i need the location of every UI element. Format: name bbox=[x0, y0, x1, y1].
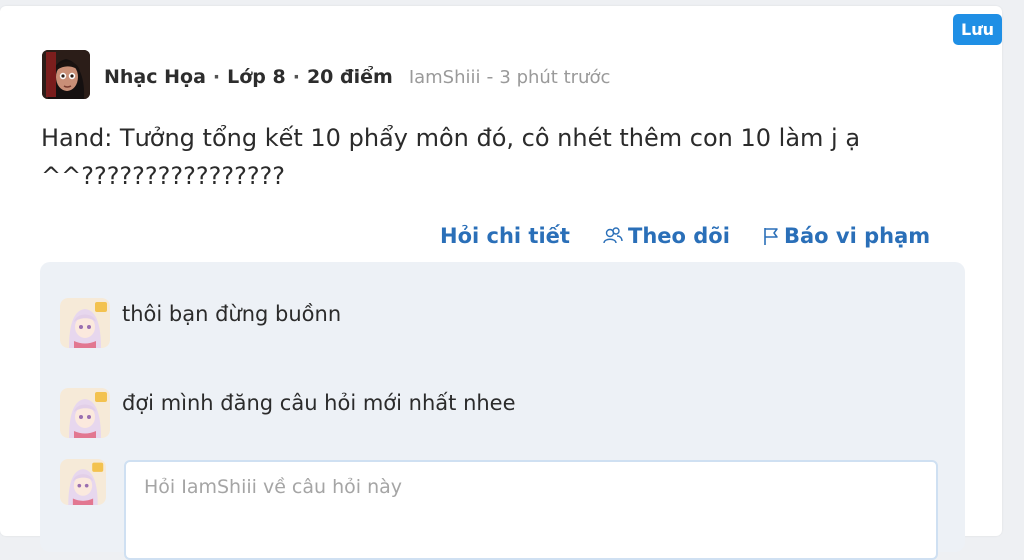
follow-link[interactable]: Theo dõi bbox=[602, 224, 730, 248]
save-button[interactable]: Lưu bbox=[953, 14, 1002, 45]
commenter-avatar[interactable] bbox=[60, 298, 110, 348]
meta-separator: · bbox=[292, 66, 300, 88]
question-meta: Nhạc Họa · Lớp 8 · 20 điểm IamShiii - 3 … bbox=[104, 66, 610, 88]
report-link[interactable]: Báo vi phạm bbox=[762, 224, 930, 248]
ask-detail-link[interactable]: Hỏi chi tiết bbox=[440, 224, 570, 248]
users-icon bbox=[602, 226, 624, 246]
question-card: Lưu Nhạc Họa · Lớp 8 · 20 điểm IamShiii … bbox=[0, 6, 1002, 560]
follow-label: Theo dõi bbox=[628, 224, 730, 248]
comment-text: thôi bạn đừng buồnn bbox=[122, 302, 342, 326]
comment-text: đợi mình đăng câu hỏi mới nhất nhee bbox=[122, 391, 516, 415]
commenter-avatar[interactable] bbox=[60, 388, 110, 438]
grade-label: Lớp 8 bbox=[227, 66, 286, 88]
flag-icon bbox=[762, 226, 780, 246]
points-label: 20 điểm bbox=[306, 66, 393, 88]
author-avatar[interactable] bbox=[42, 50, 90, 99]
author-name[interactable]: Nhạc Họa bbox=[104, 66, 206, 88]
question-actions: Hỏi chi tiết Theo dõi Báo vi phạm bbox=[0, 224, 1002, 254]
timestamp: 3 phút trước bbox=[499, 67, 611, 88]
asker-username[interactable]: IamShiii bbox=[409, 67, 481, 88]
meta-dash: - bbox=[486, 66, 494, 88]
current-user-avatar[interactable] bbox=[60, 459, 106, 505]
meta-separator: · bbox=[212, 66, 221, 88]
question-text: Hand: Tưởng tổng kết 10 phẩy môn đó, cô … bbox=[41, 124, 861, 190]
reply-input[interactable] bbox=[124, 460, 938, 560]
comments-section: thôi bạn đừng buồnn đợi mình đăng câu hỏ… bbox=[40, 262, 965, 560]
report-label: Báo vi phạm bbox=[784, 224, 931, 248]
ask-detail-label: Hỏi chi tiết bbox=[440, 224, 570, 248]
